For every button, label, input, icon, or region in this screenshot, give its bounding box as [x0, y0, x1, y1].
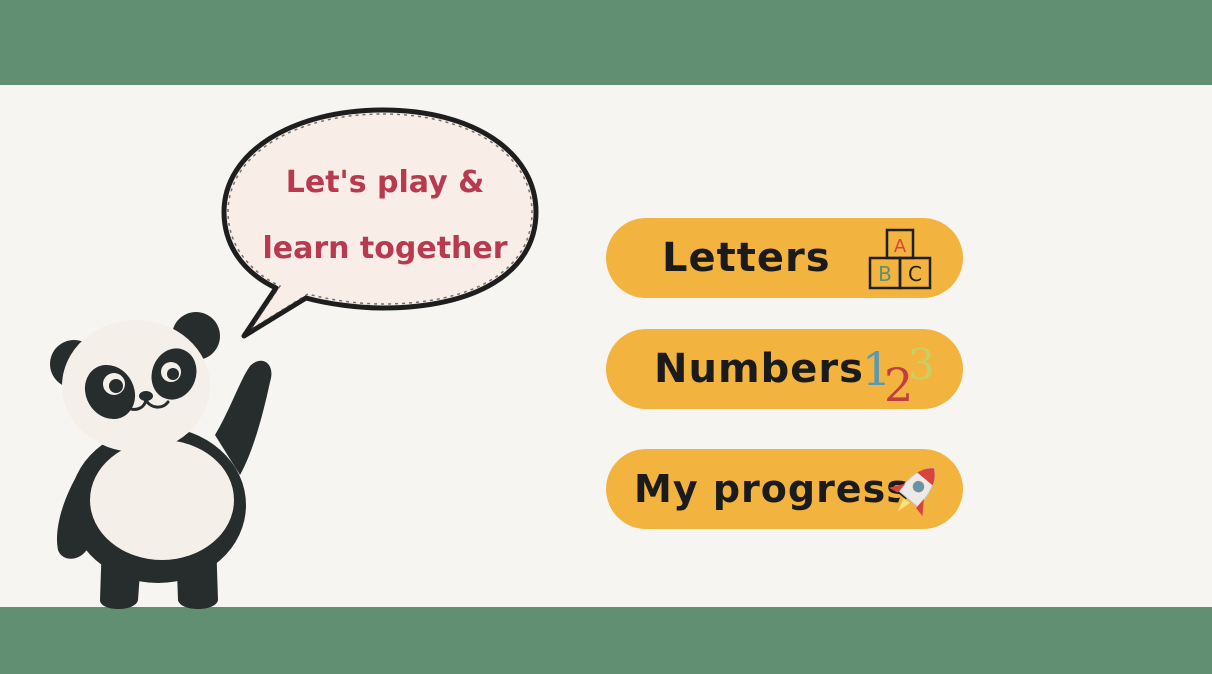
abc-blocks-icon: A B C — [868, 228, 932, 290]
block-b-letter: B — [878, 262, 892, 286]
speech-line-1: Let's play & — [285, 165, 485, 200]
letters-label: Letters — [662, 235, 831, 281]
top-band — [0, 0, 1212, 85]
panda-mascot — [50, 312, 272, 609]
rocket-icon — [888, 467, 935, 518]
block-c-letter: C — [908, 262, 922, 286]
block-a-letter: A — [894, 236, 907, 257]
my-progress-label: My progress — [634, 467, 910, 511]
numbers-button[interactable]: Numbers 1 2 3 — [606, 329, 963, 409]
numbers-123-icon: 1 2 3 — [862, 340, 935, 409]
speech-line-2: learn together — [262, 231, 508, 266]
number-three: 3 — [908, 340, 935, 389]
letters-button[interactable]: Letters A B C — [606, 218, 963, 298]
numbers-label: Numbers — [654, 346, 864, 392]
speech-bubble-text: Let's play & learn together — [240, 150, 530, 282]
my-progress-button[interactable]: My progress — [606, 449, 963, 529]
